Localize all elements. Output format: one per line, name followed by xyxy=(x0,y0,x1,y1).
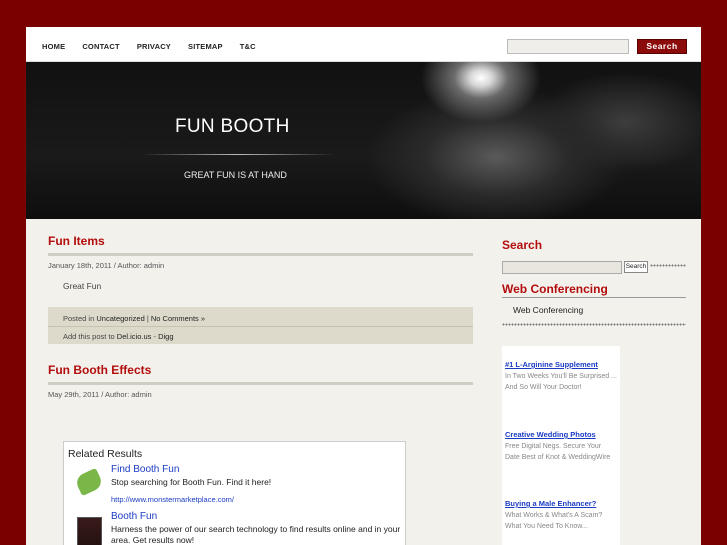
web-conferencing-link[interactable]: Web Conferencing xyxy=(513,305,583,315)
sidebar-conferencing-heading: Web Conferencing xyxy=(502,282,608,296)
header-search-input[interactable] xyxy=(507,39,629,54)
post-title-rule xyxy=(48,382,473,385)
site-tagline: GREAT FUN IS AT HAND xyxy=(184,170,287,180)
photo-thumbnail[interactable] xyxy=(77,517,102,545)
ad-desc: What Works & What's A Scam? What You Nee… xyxy=(505,512,603,530)
posted-in-label: Posted in xyxy=(63,314,95,323)
nav-item-tc[interactable]: T&C xyxy=(240,42,256,51)
site-title[interactable]: FUN BOOTH xyxy=(175,116,290,138)
category-link[interactable]: Uncategorized xyxy=(96,314,144,323)
sidebar-ads: #1 L-Arginine Supplement In Two Weeks Yo… xyxy=(502,346,620,545)
post-title-fun-items[interactable]: Fun Items xyxy=(48,234,105,248)
related-result-title[interactable]: Booth Fun xyxy=(111,511,157,522)
page-frame: HOME CONTACT PRIVACY SITEMAP T&C Search … xyxy=(26,27,701,545)
ad-title[interactable]: #1 L-Arginine Supplement xyxy=(505,360,598,369)
related-result-title[interactable]: Find Booth Fun xyxy=(111,464,179,475)
dotted-divider xyxy=(650,264,686,267)
post-meta: January 18th, 2011 / Author: admin xyxy=(48,261,165,270)
ad-desc: In Two Weeks You'll Be Surprised ... And… xyxy=(505,373,617,391)
post-categories: Posted in Uncategorized | No Comments » xyxy=(63,314,206,323)
sidebar-search-input[interactable] xyxy=(502,261,622,274)
post-share: Add this post to Del.icio.us - Digg xyxy=(63,332,174,341)
ad-title[interactable]: Creative Wedding Photos xyxy=(505,430,596,439)
nav-item-contact[interactable]: CONTACT xyxy=(82,42,120,51)
top-navigation-bar: HOME CONTACT PRIVACY SITEMAP T&C Search xyxy=(26,27,701,62)
sidebar-divider xyxy=(502,297,686,298)
post-footer-box: Posted in Uncategorized | No Comments » … xyxy=(48,307,473,344)
related-result-desc: Harness the power of our search technolo… xyxy=(111,524,401,545)
digg-link[interactable]: Digg xyxy=(158,332,173,341)
related-result-url[interactable]: http://www.monstermarketplace.com/ xyxy=(111,495,234,504)
sidebar-search-button[interactable]: Search xyxy=(624,261,648,273)
nav-item-sitemap[interactable]: SITEMAP xyxy=(188,42,223,51)
share-label: Add this post to xyxy=(63,332,115,341)
sidebar-search-heading: Search xyxy=(502,238,543,252)
dotted-divider xyxy=(502,323,686,326)
post-body: Great Fun xyxy=(63,281,102,291)
header-search-button[interactable]: Search xyxy=(637,39,687,54)
header-banner: FUN BOOTH GREAT FUN IS AT HAND xyxy=(26,62,701,219)
post-title-rule xyxy=(48,253,473,256)
post-footer-divider xyxy=(48,326,473,327)
related-result-desc: Stop searching for Booth Fun. Find it he… xyxy=(111,477,272,487)
post-meta: May 29th, 2011 / Author: admin xyxy=(48,390,152,399)
nav-item-privacy[interactable]: PRIVACY xyxy=(137,42,171,51)
ad-desc: Free Digital Negs. Secure Your Date Best… xyxy=(505,443,611,461)
green-tag-icon xyxy=(73,467,105,497)
related-results-box: Related Results Find Booth Fun Stop sear… xyxy=(63,441,406,545)
comments-link[interactable]: No Comments » xyxy=(151,314,205,323)
related-results-heading: Related Results xyxy=(68,448,143,460)
nav-item-home[interactable]: HOME xyxy=(42,42,65,51)
post-title-fun-booth-effects[interactable]: Fun Booth Effects xyxy=(48,363,151,377)
ad-title[interactable]: Buying a Male Enhancer? xyxy=(505,499,596,508)
delicious-link[interactable]: Del.icio.us xyxy=(117,332,152,341)
sidebar: Search Search Web Conferencing Web Confe… xyxy=(502,219,701,545)
main-content: Fun Items January 18th, 2011 / Author: a… xyxy=(26,219,488,545)
nav-menu: HOME CONTACT PRIVACY SITEMAP T&C xyxy=(42,42,273,51)
title-divider xyxy=(140,154,336,155)
